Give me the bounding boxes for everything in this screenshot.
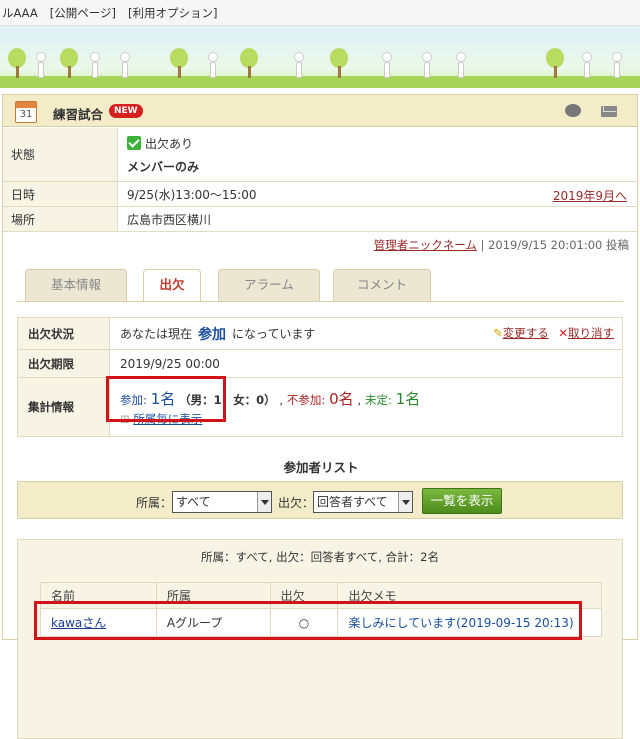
person-icon [454,52,468,78]
check-icon [127,135,141,150]
status-line2: メンバーのみ [127,159,200,174]
summary-label: 集計情報 [18,378,110,436]
tab-alarm[interactable]: アラーム [218,269,320,301]
status-value: 参加 [198,326,227,343]
group-filter-label: 所属： [136,496,173,510]
highlight-join-count [106,376,226,422]
chevron-down-icon [398,492,412,512]
attendance-select-value: 回答者すべて [317,495,388,509]
absent-count: 0名 [329,389,354,408]
options-link[interactable]: [利用オプション] [128,5,217,21]
attendance-filter-label: 出欠： [278,496,315,510]
calendar-icon: 31 [15,101,37,123]
tree-icon [330,48,348,78]
event-card: 31 練習試合 NEW 状態 出欠あり メンバーのみ 日時 9/25(水)13:… [2,94,638,739]
event-header: 31 練習試合 NEW [3,95,637,127]
cancel-link[interactable]: 取り消す [568,326,614,340]
datetime-row: 日時 9/25(水)13:00～15:00 2019年9月へ [3,182,637,207]
poster-meta: | 2019/9/15 20:01:00 投稿 [476,238,629,252]
person-icon [88,52,102,78]
deadline-value: 2019/9/25 00:00 [120,356,220,371]
event-title: 練習試合 [53,107,104,122]
tab-comment[interactable]: コメント [333,269,431,301]
person-icon [420,52,434,78]
new-badge: NEW [109,104,143,118]
comment-icon[interactable] [565,104,581,117]
tab-divider [17,301,623,302]
deadline-label: 出欠期限 [18,350,110,377]
filter-bar: 所属： すべて 出欠： 回答者すべて 一覧を表示 [17,481,623,519]
person-icon [380,52,394,78]
top-nav: ルAAA [公開ページ] [利用オプション] [0,0,640,26]
calendar-day: 31 [19,109,33,120]
group-select[interactable]: すべて [172,491,272,513]
status-pre-text: あなたは現在 [120,327,193,341]
person-icon [610,52,624,78]
person-icon [580,52,594,78]
poster-info: 管理者ニックネーム | 2019/9/15 20:01:00 投稿 [374,237,629,253]
status-label: 状態 [3,128,118,181]
datetime-label: 日時 [3,182,118,206]
undecided-count: 1名 [395,389,421,408]
cross-icon: ✕ [558,326,568,340]
site-name[interactable]: ルAAA [2,5,38,21]
undecided-label: 未定: [364,392,392,407]
tab-attendance[interactable]: 出欠 [143,269,201,302]
tree-icon [240,48,258,78]
deadline-row: 出欠期限 2019/9/25 00:00 [18,350,622,378]
attendance-status-label: 出欠状況 [18,318,110,349]
poster-link[interactable]: 管理者ニックネーム [374,238,477,252]
status-line1: 出欠あり [145,136,194,151]
place-row: 場所 広島市西区横川 [3,207,637,232]
chevron-down-icon [257,492,271,512]
person-icon [292,52,306,78]
attendance-status-row: 出欠状況 あなたは現在 参加 になっています ✎変更する ✕取り消す [18,318,622,350]
group-select-value: すべて [176,495,211,509]
tree-icon [546,48,564,78]
list-summary: 所属：すべて, 出欠：回答者すべて, 合計：2名 [201,550,439,564]
attendance-select[interactable]: 回答者すべて [313,491,413,513]
place-value: 広島市西区横川 [127,212,212,227]
person-icon [206,52,220,78]
show-list-button[interactable]: 一覧を表示 [422,488,502,514]
status-row: 状態 出欠あり メンバーのみ [3,128,637,182]
highlight-participant-row [34,601,582,640]
person-icon [118,52,132,78]
place-label: 場所 [3,207,118,231]
month-link[interactable]: 2019年9月へ [553,187,627,204]
tree-icon [170,48,188,78]
person-icon [34,52,48,78]
tree-icon [60,48,78,78]
change-link[interactable]: 変更する [503,326,549,340]
tab-basic-info[interactable]: 基本情報 [25,269,127,301]
participant-list-title: 参加者リスト [283,460,359,475]
datetime-value: 9/25(水)13:00～15:00 [127,187,257,202]
tree-icon [8,48,26,78]
status-post-text: になっています [232,327,316,341]
public-page-link[interactable]: [公開ページ] [50,5,116,21]
mail-icon[interactable] [601,106,617,117]
absent-label: 不参加: [286,392,326,407]
header-banner [0,26,640,88]
pencil-icon: ✎ [493,326,503,340]
